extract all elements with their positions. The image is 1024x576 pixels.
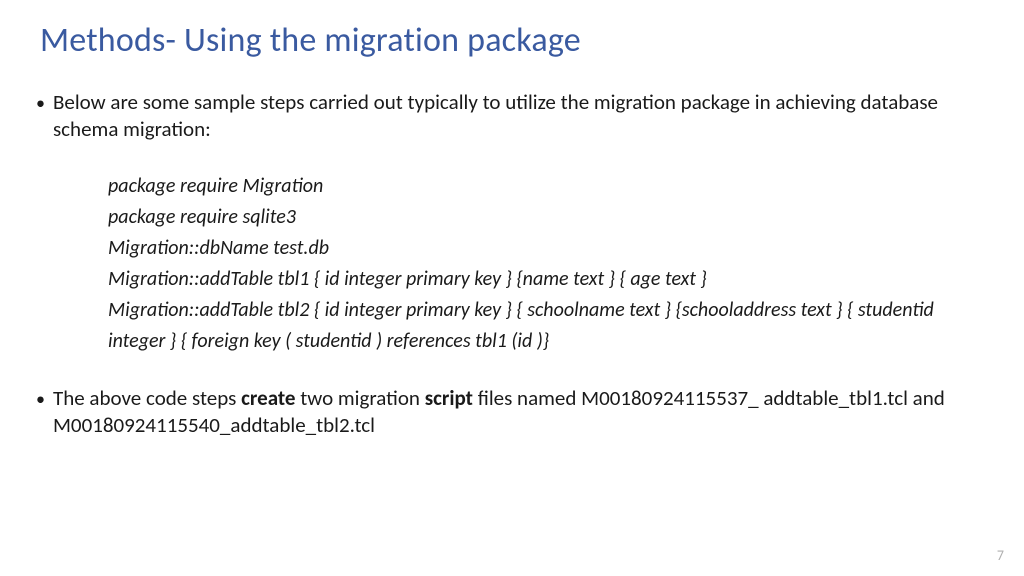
code-line: Migration::addTable tbl1 { id integer pr… — [108, 264, 974, 295]
bullet-outro: • The above code steps create two migrat… — [50, 385, 974, 439]
outro-bold-script: script — [425, 385, 473, 411]
bullet-marker: • — [36, 89, 53, 117]
slide-title: Methods- Using the migration package — [0, 0, 1024, 61]
outro-bold-create: create — [241, 385, 295, 411]
code-block: package require Migration package requir… — [108, 171, 974, 357]
outro-pre: The above code steps — [53, 385, 241, 411]
bullet-intro-text: Below are some sample steps carried out … — [53, 89, 974, 143]
code-line: package require sqlite3 — [108, 202, 974, 233]
bullet-marker: • — [36, 385, 53, 413]
code-line: package require Migration — [108, 171, 974, 202]
outro-mid: two migration — [295, 385, 424, 411]
code-line: Migration::dbName test.db — [108, 233, 974, 264]
page-number: 7 — [997, 547, 1004, 564]
slide-content: • Below are some sample steps carried ou… — [0, 61, 1024, 439]
code-line: Migration::addTable tbl2 { id integer pr… — [108, 295, 974, 357]
bullet-intro: • Below are some sample steps carried ou… — [50, 89, 974, 143]
bullet-outro-text: The above code steps create two migratio… — [53, 385, 974, 439]
